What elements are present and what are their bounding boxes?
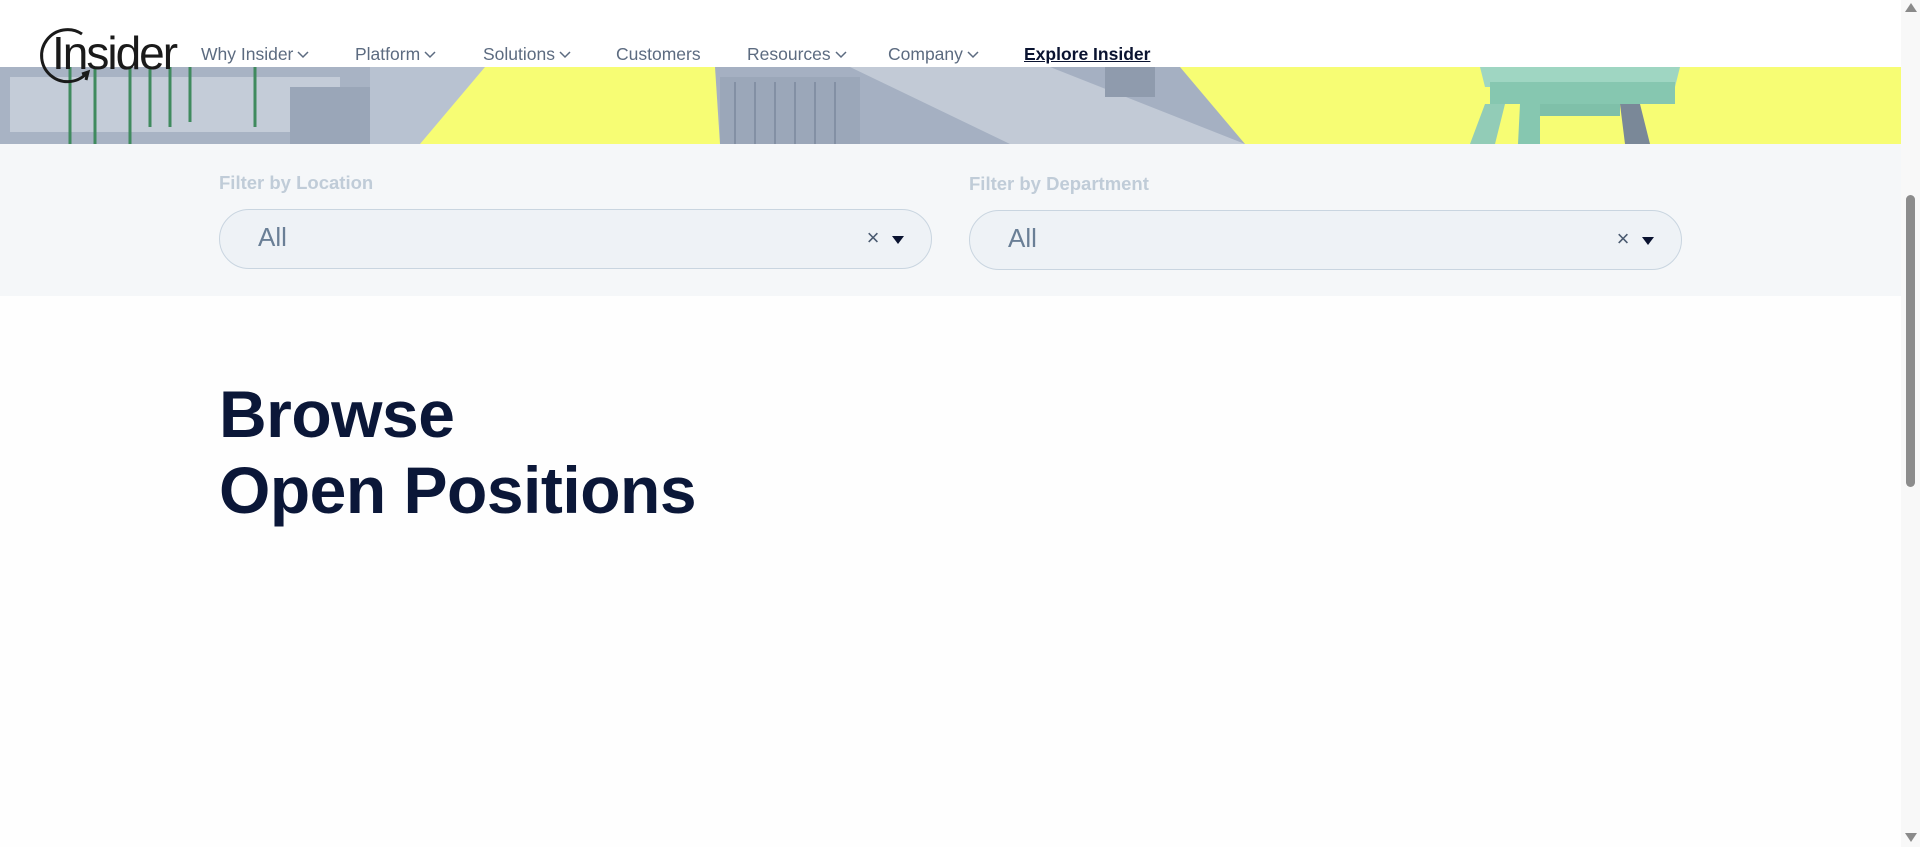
insider-logo[interactable]: Insider (38, 26, 178, 86)
location-filter-label: Filter by Location (219, 172, 374, 193)
nav-resources[interactable]: Resources (747, 44, 847, 65)
caret-down-icon[interactable] (892, 236, 904, 244)
location-select[interactable]: All × (219, 209, 932, 269)
nav-label: Why Insider (201, 44, 294, 64)
nav-label: Explore Insider (1024, 44, 1151, 64)
nav-why-insider[interactable]: Why Insider (201, 44, 309, 65)
chevron-down-icon (424, 50, 436, 58)
chevron-down-icon (559, 50, 571, 58)
nav-company[interactable]: Company (888, 44, 979, 65)
job-filters: Filter by Location All × Filter by Depar… (0, 144, 1901, 296)
vertical-scrollbar[interactable] (1901, 0, 1920, 847)
location-select-value: All (258, 222, 287, 252)
department-select[interactable]: All × (969, 210, 1682, 270)
nav-label: Resources (747, 44, 831, 64)
nav-label: Company (888, 44, 963, 64)
nav-solutions[interactable]: Solutions (483, 44, 571, 65)
close-icon[interactable]: × (864, 225, 882, 251)
site-header: Insider Why Insider Platform Solutions C… (0, 0, 1901, 84)
chevron-down-icon (835, 50, 847, 58)
scrollbar-thumb[interactable] (1906, 195, 1915, 487)
headline-line-2: Open Positions (219, 453, 697, 527)
department-filter-label: Filter by Department (969, 173, 1149, 194)
page-title: Browse Open Positions (219, 376, 697, 528)
hero-banner-image (0, 67, 1901, 144)
logo-text: Insider (52, 27, 178, 79)
department-select-value: All (1008, 223, 1037, 253)
nav-explore-insider[interactable]: Explore Insider (1024, 44, 1150, 65)
chevron-down-icon (967, 50, 979, 58)
nav-label: Platform (355, 44, 421, 64)
chevron-down-icon (297, 50, 309, 58)
nav-label: Customers (616, 44, 701, 64)
scroll-down-arrow-icon[interactable] (1905, 833, 1917, 842)
nav-label: Solutions (483, 44, 555, 64)
nav-customers[interactable]: Customers (616, 44, 701, 65)
headline-line-1: Browse (219, 377, 455, 451)
caret-down-icon[interactable] (1642, 237, 1654, 245)
scroll-up-arrow-icon[interactable] (1905, 3, 1917, 12)
hero-illustration (0, 67, 1680, 144)
nav-platform[interactable]: Platform (355, 44, 436, 65)
close-icon[interactable]: × (1614, 226, 1632, 252)
